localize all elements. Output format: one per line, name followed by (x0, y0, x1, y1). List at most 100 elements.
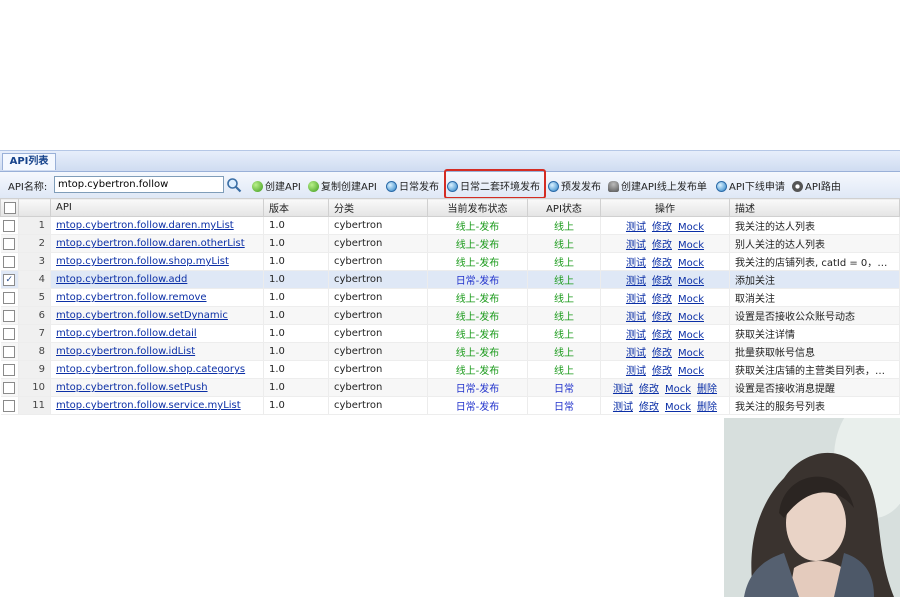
test-link[interactable]: 测试 (626, 222, 646, 233)
mock-link[interactable]: Mock (678, 276, 704, 287)
api-route-button[interactable]: API路由 (792, 178, 841, 193)
row-checkbox[interactable] (3, 327, 16, 340)
edit-link[interactable]: 修改 (652, 276, 672, 287)
test-link[interactable]: 测试 (626, 240, 646, 251)
row-checkbox-cell[interactable] (0, 234, 19, 253)
edit-link[interactable]: 修改 (652, 348, 672, 359)
api-link[interactable]: mtop.cybertron.follow.shop.myList (56, 256, 229, 267)
test-link[interactable]: 测试 (626, 366, 646, 377)
col-api[interactable]: API (50, 198, 264, 217)
test-link[interactable]: 测试 (626, 294, 646, 305)
api-link[interactable]: mtop.cybertron.follow.detail (56, 328, 197, 339)
create-online-publish-button[interactable]: 创建API线上发布单 (608, 178, 707, 193)
mock-link[interactable]: Mock (678, 312, 704, 323)
edit-link[interactable]: 修改 (652, 312, 672, 323)
row-checkbox[interactable] (3, 309, 16, 322)
test-link[interactable]: 测试 (626, 276, 646, 287)
tab-api-list[interactable]: API列表 (2, 153, 56, 170)
row-checkbox-cell[interactable] (0, 216, 19, 235)
pre-publish-button[interactable]: 预发发布 (548, 178, 601, 193)
table-row[interactable]: 9 mtop.cybertron.follow.shop.categorys 1.0… (0, 360, 900, 379)
api-link[interactable]: mtop.cybertron.follow.add (56, 274, 187, 285)
row-checkbox[interactable] (3, 219, 16, 232)
mock-link[interactable]: Mock (678, 330, 704, 341)
api-link[interactable]: mtop.cybertron.follow.shop.categorys (56, 364, 245, 375)
test-link[interactable]: 测试 (613, 384, 633, 395)
row-checkbox[interactable] (3, 381, 16, 394)
row-checkbox[interactable] (3, 345, 16, 358)
mock-link[interactable]: Mock (678, 222, 704, 233)
api-link[interactable]: mtop.cybertron.follow.idList (56, 346, 195, 357)
mock-link[interactable]: Mock (678, 348, 704, 359)
api-link[interactable]: mtop.cybertron.follow.service.myList (56, 400, 241, 411)
create-api-button[interactable]: 创建API (252, 178, 301, 193)
row-checkbox[interactable] (3, 255, 16, 268)
table-row[interactable]: 3 mtop.cybertron.follow.shop.myList 1.0 cyb… (0, 252, 900, 271)
api-link[interactable]: mtop.cybertron.follow.setPush (56, 382, 208, 393)
row-checkbox-cell[interactable]: ✓ (0, 270, 19, 289)
mock-link[interactable]: Mock (678, 258, 704, 269)
table-row[interactable]: 11 mtop.cybertron.follow.service.myList 1.… (0, 396, 900, 415)
daily-publish-button[interactable]: 日常发布 (386, 178, 439, 193)
mock-link[interactable]: Mock (678, 366, 704, 377)
col-version[interactable]: 版本 (263, 198, 329, 217)
row-checkbox-cell[interactable] (0, 288, 19, 307)
edit-link[interactable]: 修改 (652, 294, 672, 305)
edit-link[interactable]: 修改 (652, 366, 672, 377)
col-description[interactable]: 描述 (729, 198, 900, 217)
api-link[interactable]: mtop.cybertron.follow.daren.otherList (56, 238, 245, 249)
table-row[interactable]: 6 mtop.cybertron.follow.setDynamic 1.0 cybe… (0, 306, 900, 325)
mock-link[interactable]: Mock (678, 294, 704, 305)
actions-cell: 测试 修改 Mock (600, 270, 730, 289)
test-link[interactable]: 测试 (626, 330, 646, 341)
select-all-checkbox[interactable] (0, 198, 19, 217)
edit-link[interactable]: 修改 (652, 222, 672, 233)
row-checkbox-cell[interactable] (0, 378, 19, 397)
row-checkbox[interactable] (3, 237, 16, 250)
row-checkbox-cell[interactable] (0, 324, 19, 343)
edit-link[interactable]: 修改 (639, 384, 659, 395)
api-name-input[interactable] (54, 176, 224, 193)
table-row[interactable]: ✓ 4 mtop.cybertron.follow.add 1.0 cybertron 日… (0, 270, 900, 289)
checkbox[interactable] (3, 201, 16, 214)
table-row[interactable]: 5 mtop.cybertron.follow.remove 1.0 cybertro… (0, 288, 900, 307)
api-link[interactable]: mtop.cybertron.follow.setDynamic (56, 310, 228, 321)
col-api-status[interactable]: API状态 (527, 198, 601, 217)
table-row[interactable]: 8 mtop.cybertron.follow.idList 1.0 cybertro… (0, 342, 900, 361)
delete-link[interactable]: 删除 (697, 384, 717, 395)
edit-link[interactable]: 修改 (652, 258, 672, 269)
row-checkbox[interactable]: ✓ (3, 273, 16, 286)
api-offline-request-button[interactable]: API下线申请 (716, 178, 785, 193)
row-checkbox-cell[interactable] (0, 342, 19, 361)
edit-link[interactable]: 修改 (639, 402, 659, 413)
mock-link[interactable]: Mock (665, 384, 691, 395)
row-checkbox-cell[interactable] (0, 360, 19, 379)
table-row[interactable]: 10 mtop.cybertron.follow.setPush 1.0 cybert… (0, 378, 900, 397)
table-row[interactable]: 7 mtop.cybertron.follow.detail 1.0 cybertro… (0, 324, 900, 343)
api-link[interactable]: mtop.cybertron.follow.daren.myList (56, 220, 234, 231)
col-category[interactable]: 分类 (328, 198, 428, 217)
edit-link[interactable]: 修改 (652, 330, 672, 341)
mock-link[interactable]: Mock (678, 240, 704, 251)
test-link[interactable]: 测试 (626, 312, 646, 323)
row-checkbox-cell[interactable] (0, 306, 19, 325)
search-icon[interactable] (226, 177, 242, 193)
edit-link[interactable]: 修改 (652, 240, 672, 251)
api-status-cell: 线上 (527, 270, 601, 289)
table-row[interactable]: 1 mtop.cybertron.follow.daren.myList 1.0 cy… (0, 216, 900, 235)
mock-link[interactable]: Mock (665, 402, 691, 413)
api-status-cell: 线上 (527, 252, 601, 271)
table-row[interactable]: 2 mtop.cybertron.follow.daren.otherList 1.… (0, 234, 900, 253)
api-link[interactable]: mtop.cybertron.follow.remove (56, 292, 207, 303)
row-checkbox-cell[interactable] (0, 252, 19, 271)
test-link[interactable]: 测试 (613, 402, 633, 413)
col-publish-status[interactable]: 当前发布状态 (427, 198, 528, 217)
row-checkbox[interactable] (3, 399, 16, 412)
test-link[interactable]: 测试 (626, 348, 646, 359)
row-checkbox-cell[interactable] (0, 396, 19, 415)
test-link[interactable]: 测试 (626, 258, 646, 269)
delete-link[interactable]: 删除 (697, 402, 717, 413)
row-checkbox[interactable] (3, 291, 16, 304)
row-checkbox[interactable] (3, 363, 16, 376)
copy-create-api-button[interactable]: 复制创建API (308, 178, 377, 193)
